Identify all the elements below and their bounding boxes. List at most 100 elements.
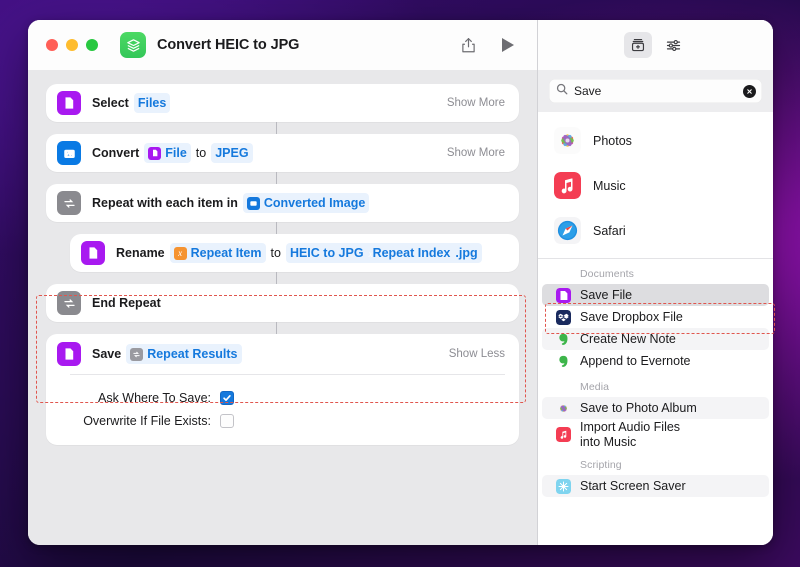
action-connector-word: to xyxy=(270,246,281,260)
action-card-repeat[interactable]: Repeat with each item in Converted Image xyxy=(46,184,519,222)
token-jpeg[interactable]: JPEG xyxy=(211,143,253,163)
token-file[interactable]: File xyxy=(144,143,191,163)
sidebar-toolbar xyxy=(538,20,773,70)
dropbox-icon xyxy=(556,309,571,325)
file-chip-icon xyxy=(148,146,162,160)
action-card-end-repeat[interactable]: End Repeat xyxy=(46,284,519,322)
action-card-convert[interactable]: Convert File to JPEG Show More xyxy=(46,134,519,172)
action-text-save: Save Repeat Results xyxy=(92,344,242,364)
token-files[interactable]: Files xyxy=(133,93,171,113)
action-row-convert: Convert File to JPEG Show More xyxy=(46,134,519,172)
search-area: Save xyxy=(538,70,773,112)
show-more-toggle-convert[interactable]: Show More xyxy=(437,147,505,159)
add-action-icon[interactable] xyxy=(623,32,652,58)
group-header-documents: Documents xyxy=(580,268,635,280)
magnifying-glass-icon xyxy=(556,82,568,100)
action-text-convert: Convert File to JPEG xyxy=(92,143,253,163)
action-text-repeat: Repeat with each item in Converted Image xyxy=(92,193,370,213)
action-keyword: Rename xyxy=(116,246,165,260)
sidebar-app-label: Photos xyxy=(593,133,632,148)
zoom-button[interactable] xyxy=(86,39,98,51)
action-card-save[interactable]: Save Repeat Results Show Less Ask Where … xyxy=(46,334,519,445)
file-document-icon xyxy=(81,241,105,265)
shortcuts-window: Convert HEIC to JPG Select Files Show Mo… xyxy=(28,20,773,545)
action-text-end-repeat: End Repeat xyxy=(92,294,161,312)
connector-line xyxy=(46,122,519,134)
run-play-icon[interactable] xyxy=(495,32,521,58)
clear-circle-icon[interactable] xyxy=(743,84,756,98)
action-keyword: Select xyxy=(92,96,129,110)
group-header-media: Media xyxy=(580,381,610,393)
group-header-scripting: Scripting xyxy=(580,459,622,471)
photos-app-icon xyxy=(554,127,581,154)
repeat-chip-icon xyxy=(130,347,144,361)
sidebar-app-music[interactable]: Music xyxy=(538,163,773,208)
token-repeat-item[interactable]: x Repeat Item xyxy=(169,243,266,263)
token-filename-template[interactable]: HEIC to JPG x Repeat Index .jpg xyxy=(285,243,482,263)
sidebar-action-label: Save to Photo Album xyxy=(580,400,697,415)
token-repeat-results[interactable]: Repeat Results xyxy=(126,344,242,364)
connector-line xyxy=(46,172,519,184)
sidebar-app-photos[interactable]: Photos xyxy=(538,118,773,163)
file-document-icon xyxy=(556,287,571,303)
action-card-select-files[interactable]: Select Files Show More xyxy=(46,84,519,122)
token-converted-image[interactable]: Converted Image xyxy=(242,193,370,213)
search-input[interactable]: Save xyxy=(549,79,762,103)
show-more-toggle-select[interactable]: Show More xyxy=(437,97,505,109)
action-list-scroll[interactable]: Photos Music Safari Documents Save File … xyxy=(538,112,773,545)
connector-line xyxy=(46,272,519,284)
sidebar-action-create-new-note[interactable]: Create New Note xyxy=(542,328,769,350)
action-keyword: End Repeat xyxy=(92,296,161,310)
sidebar-action-label: Import Audio Files into Music xyxy=(580,419,681,449)
param-row-overwrite-if-file-exists: Overwrite If File Exists: xyxy=(60,409,505,432)
sidebar-action-save-to-photo-album[interactable]: Save to Photo Album xyxy=(542,397,769,419)
token-label: Repeat Item xyxy=(190,246,262,260)
shortcuts-icon xyxy=(120,32,146,58)
convert-image-icon xyxy=(57,141,81,165)
sidebar-action-save-file[interactable]: Save File xyxy=(542,284,769,306)
token-label-index: Repeat Index xyxy=(372,246,451,260)
repeat-loop-icon xyxy=(57,291,81,315)
ask-where-to-save-checkbox[interactable] xyxy=(220,390,234,405)
share-icon[interactable] xyxy=(455,32,481,58)
file-document-icon xyxy=(57,342,81,366)
action-card-rename[interactable]: Rename x Repeat Item to HEIC to JPG x Re… xyxy=(70,234,519,272)
variable-chip-icon: x xyxy=(173,246,187,260)
minimize-button[interactable] xyxy=(66,39,78,51)
sidebar-action-start-screen-saver[interactable]: Start Screen Saver xyxy=(542,475,769,497)
token-label: Repeat Results xyxy=(147,347,238,361)
save-parameters: Ask Where To Save: Overwrite If File Exi… xyxy=(46,375,519,445)
sidebar-action-label: Append to Evernote xyxy=(580,353,691,368)
music-app-icon xyxy=(556,427,571,442)
token-label-extension: .jpg xyxy=(455,246,478,260)
sidebar-action-append-to-evernote[interactable]: Append to Evernote xyxy=(542,350,769,372)
sidebar-action-label: Start Screen Saver xyxy=(580,478,686,493)
file-document-icon xyxy=(57,91,81,115)
evernote-icon xyxy=(556,332,571,347)
action-library-sidebar: Save Photos Music Safari Documents Save … xyxy=(538,20,773,545)
action-text-rename: Rename x Repeat Item to HEIC to JPG x Re… xyxy=(116,243,482,263)
action-row-end-repeat: End Repeat xyxy=(46,284,519,322)
photos-app-icon xyxy=(556,401,571,416)
window-titlebar: Convert HEIC to JPG xyxy=(28,20,537,70)
sidebar-action-save-dropbox-file[interactable]: Save Dropbox File xyxy=(542,306,769,328)
sidebar-action-import-audio-files[interactable]: Import Audio Files into Music xyxy=(542,419,769,450)
action-keyword: Save xyxy=(92,347,122,361)
sidebar-app-label: Music xyxy=(593,178,626,193)
overwrite-if-file-exists-checkbox[interactable] xyxy=(220,413,234,428)
close-button[interactable] xyxy=(46,39,58,51)
show-less-toggle-save[interactable]: Show Less xyxy=(439,348,505,360)
workflow-canvas: Select Files Show More Convert File to J… xyxy=(28,70,537,545)
sidebar-action-label: Save Dropbox File xyxy=(580,309,683,324)
sliders-filter-icon[interactable] xyxy=(660,32,688,58)
connector-line xyxy=(46,222,519,234)
action-text-select-files: Select Files xyxy=(92,93,171,113)
action-keyword: Convert xyxy=(92,146,140,160)
connector-line xyxy=(46,322,519,334)
screensaver-icon xyxy=(556,478,571,494)
sidebar-app-safari[interactable]: Safari xyxy=(538,208,773,253)
action-connector-word: to xyxy=(195,146,207,160)
sidebar-action-label: Create New Note xyxy=(580,331,676,346)
music-app-icon xyxy=(554,172,581,199)
page-title: Convert HEIC to JPG xyxy=(157,37,300,53)
